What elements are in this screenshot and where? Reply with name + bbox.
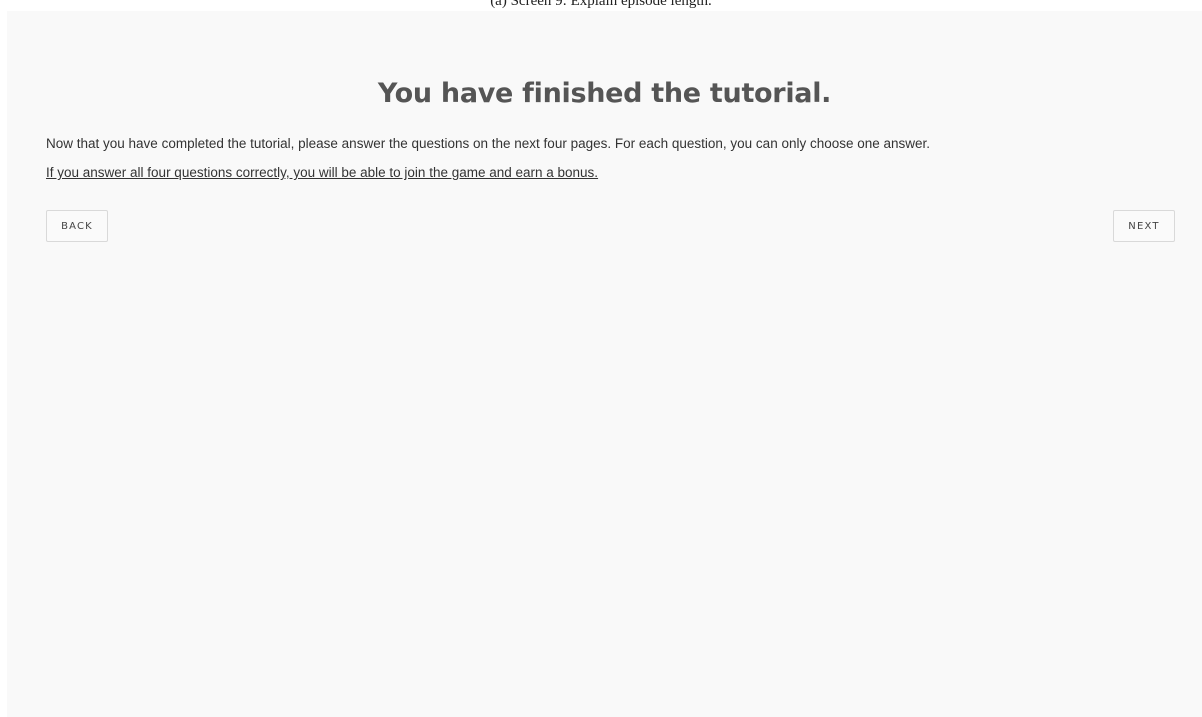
tutorial-screen: You have finished the tutorial. Now that… <box>7 11 1202 717</box>
back-button[interactable]: BACK <box>46 210 108 242</box>
figure-caption: (a) Screen 9: Explain episode length. <box>490 0 712 9</box>
instructions-text: Now that you have completed the tutorial… <box>46 136 931 151</box>
page-title: You have finished the tutorial. <box>377 78 832 109</box>
bonus-note: If you answer all four questions correct… <box>46 165 599 180</box>
next-button[interactable]: NEXT <box>1113 210 1175 242</box>
